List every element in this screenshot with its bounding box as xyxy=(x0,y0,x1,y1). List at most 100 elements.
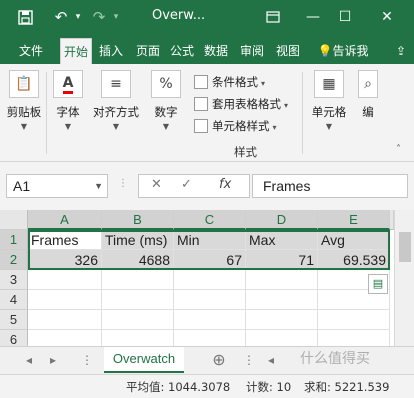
status-count: 计数: 10 xyxy=(246,380,292,394)
ribbon: 📋 剪贴板 ▼ A 字体 ▼ ≡ 对齐方式 ▼ % 数字 ▼ 条件格式 ▾ 套用表… xyxy=(0,64,414,162)
undo-dropdown-icon[interactable]: ▾ xyxy=(72,6,84,28)
column-header-e[interactable]: E xyxy=(318,210,390,230)
row-header-4[interactable]: 4 xyxy=(0,290,28,310)
empty-cell[interactable] xyxy=(246,290,318,310)
window-title: Overw... xyxy=(152,8,206,23)
conditional-format-label: 条件格式 xyxy=(212,75,258,89)
vertical-scrollbar[interactable] xyxy=(394,210,414,346)
number-group[interactable]: % 数字 ▼ xyxy=(150,70,182,131)
cell-styles-button[interactable]: 单元格样式 ▾ xyxy=(194,116,277,136)
spreadsheet-grid: A B C D E 1 2 3 4 5 6 Frames Time (ms) M… xyxy=(0,210,414,350)
clipboard-group[interactable]: 📋 剪贴板 ▼ xyxy=(6,70,42,131)
cell-e1[interactable]: Avg xyxy=(318,230,390,250)
name-box[interactable]: A1 ▼ xyxy=(6,174,108,198)
quick-analysis-icon[interactable]: ▤ xyxy=(368,274,388,294)
tab-home[interactable]: 开始 xyxy=(60,38,92,64)
empty-cell[interactable] xyxy=(174,270,246,290)
undo-icon[interactable]: ↶ xyxy=(50,6,72,28)
tab-data[interactable]: 数据 xyxy=(202,38,230,64)
row-header-3[interactable]: 3 xyxy=(0,270,28,290)
maximize-button[interactable]: ☐ xyxy=(328,2,362,32)
chevron-down-icon[interactable]: ▼ xyxy=(94,175,103,197)
empty-cell[interactable] xyxy=(28,290,102,310)
name-box-value: A1 xyxy=(13,178,31,194)
enter-icon[interactable]: ✓ xyxy=(181,177,192,192)
empty-cell[interactable] xyxy=(102,290,174,310)
more-icon: ⋮ xyxy=(243,353,255,367)
tab-page-layout[interactable]: 页面 xyxy=(132,38,164,64)
collapse-ribbon-icon[interactable]: ˄ xyxy=(396,144,401,155)
tab-file[interactable]: 文件 xyxy=(14,38,48,64)
formula-input[interactable]: Frames xyxy=(252,174,408,198)
cell-b2[interactable]: 4688 xyxy=(102,250,174,270)
chevron-down-icon: ▾ xyxy=(272,122,277,132)
cell-styles-label: 单元格样式 xyxy=(212,119,270,133)
tab-insert[interactable]: 插入 xyxy=(96,38,126,64)
close-button[interactable]: ✕ xyxy=(370,2,404,32)
cells-group[interactable]: ▦ 单元格 ▼ xyxy=(308,70,350,131)
column-header-d[interactable]: D xyxy=(246,210,318,230)
save-icon[interactable] xyxy=(14,6,36,28)
cell-b1[interactable]: Time (ms) xyxy=(102,230,174,250)
format-as-table-label: 套用表格格式 xyxy=(212,97,281,111)
prev-sheet-icon[interactable]: ◂ xyxy=(20,351,38,369)
font-icon: A xyxy=(53,70,83,98)
sheet-tab-overwatch[interactable]: Overwatch xyxy=(104,347,184,373)
ribbon-display-icon[interactable] xyxy=(256,2,290,32)
empty-cell[interactable] xyxy=(174,310,246,330)
font-group[interactable]: A 字体 ▼ xyxy=(50,70,86,131)
empty-cell[interactable] xyxy=(28,310,102,330)
empty-cell[interactable] xyxy=(174,290,246,310)
tab-tell-me[interactable]: 💡告诉我 xyxy=(312,38,374,64)
row-header-1[interactable]: 1 xyxy=(0,230,28,250)
empty-cell[interactable] xyxy=(102,270,174,290)
tab-review[interactable]: 审阅 xyxy=(238,38,266,64)
more-icon: ⋮ xyxy=(81,353,93,367)
empty-cell[interactable] xyxy=(246,270,318,290)
watermark: 什么值得买 xyxy=(300,351,370,367)
row-header-2[interactable]: 2 xyxy=(0,250,28,270)
empty-cell[interactable] xyxy=(318,310,390,330)
column-header-b[interactable]: B xyxy=(102,210,174,230)
table-format-icon xyxy=(194,97,208,111)
ribbon-tabs: 文件 开始 插入 页面 公式 数据 审阅 视图 💡告诉我 ⇪ xyxy=(0,34,414,64)
cell-d2[interactable]: 71 xyxy=(246,250,318,270)
scroll-left-icon[interactable]: ◂ xyxy=(262,351,280,369)
cell-d1[interactable]: Max xyxy=(246,230,318,250)
alignment-group[interactable]: ≡ 对齐方式 ▼ xyxy=(92,70,140,131)
divider xyxy=(302,72,303,154)
lightbulb-icon: 💡 xyxy=(317,44,333,58)
insert-function-icon[interactable]: fx xyxy=(219,177,231,192)
column-header-c[interactable]: C xyxy=(174,210,246,230)
cell-e2[interactable]: 69.539 xyxy=(318,250,390,270)
alignment-label: 对齐方式 xyxy=(93,105,139,119)
cell-c2[interactable]: 67 xyxy=(174,250,246,270)
row-header-5[interactable]: 5 xyxy=(0,310,28,330)
tab-formulas[interactable]: 公式 xyxy=(168,38,196,64)
redo-icon[interactable]: ↷ xyxy=(88,6,110,28)
search-icon: ⌕ xyxy=(358,70,378,98)
minimize-button[interactable]: — xyxy=(296,2,330,32)
cell-a1[interactable]: Frames xyxy=(28,230,102,250)
chevron-down-icon: ▼ xyxy=(325,122,333,131)
cell-a2[interactable]: 326 xyxy=(28,250,102,270)
conditional-format-button[interactable]: 条件格式 ▾ xyxy=(194,72,265,92)
tab-view[interactable]: 视图 xyxy=(274,38,302,64)
styles-group-label: 样式 xyxy=(234,145,257,159)
format-as-table-button[interactable]: 套用表格格式 ▾ xyxy=(194,94,288,114)
add-sheet-button[interactable]: ⊕ xyxy=(210,351,228,369)
share-icon[interactable]: ⇪ xyxy=(392,38,410,64)
next-sheet-icon[interactable]: ▸ xyxy=(44,351,62,369)
scrollbar-thumb[interactable] xyxy=(399,232,411,262)
empty-cell[interactable] xyxy=(246,310,318,330)
cancel-icon[interactable]: ✕ xyxy=(151,177,162,192)
redo-dropdown-icon[interactable]: ▾ xyxy=(110,6,122,28)
cell-c1[interactable]: Min xyxy=(174,230,246,250)
tell-me-label: 告诉我 xyxy=(332,44,369,58)
empty-cell[interactable] xyxy=(28,270,102,290)
column-header-a[interactable]: A xyxy=(28,210,102,230)
select-all-corner[interactable] xyxy=(0,210,28,230)
chevron-down-icon: ▼ xyxy=(20,122,28,131)
editing-group[interactable]: ⌕ 编 xyxy=(358,70,378,120)
empty-cell[interactable] xyxy=(102,310,174,330)
